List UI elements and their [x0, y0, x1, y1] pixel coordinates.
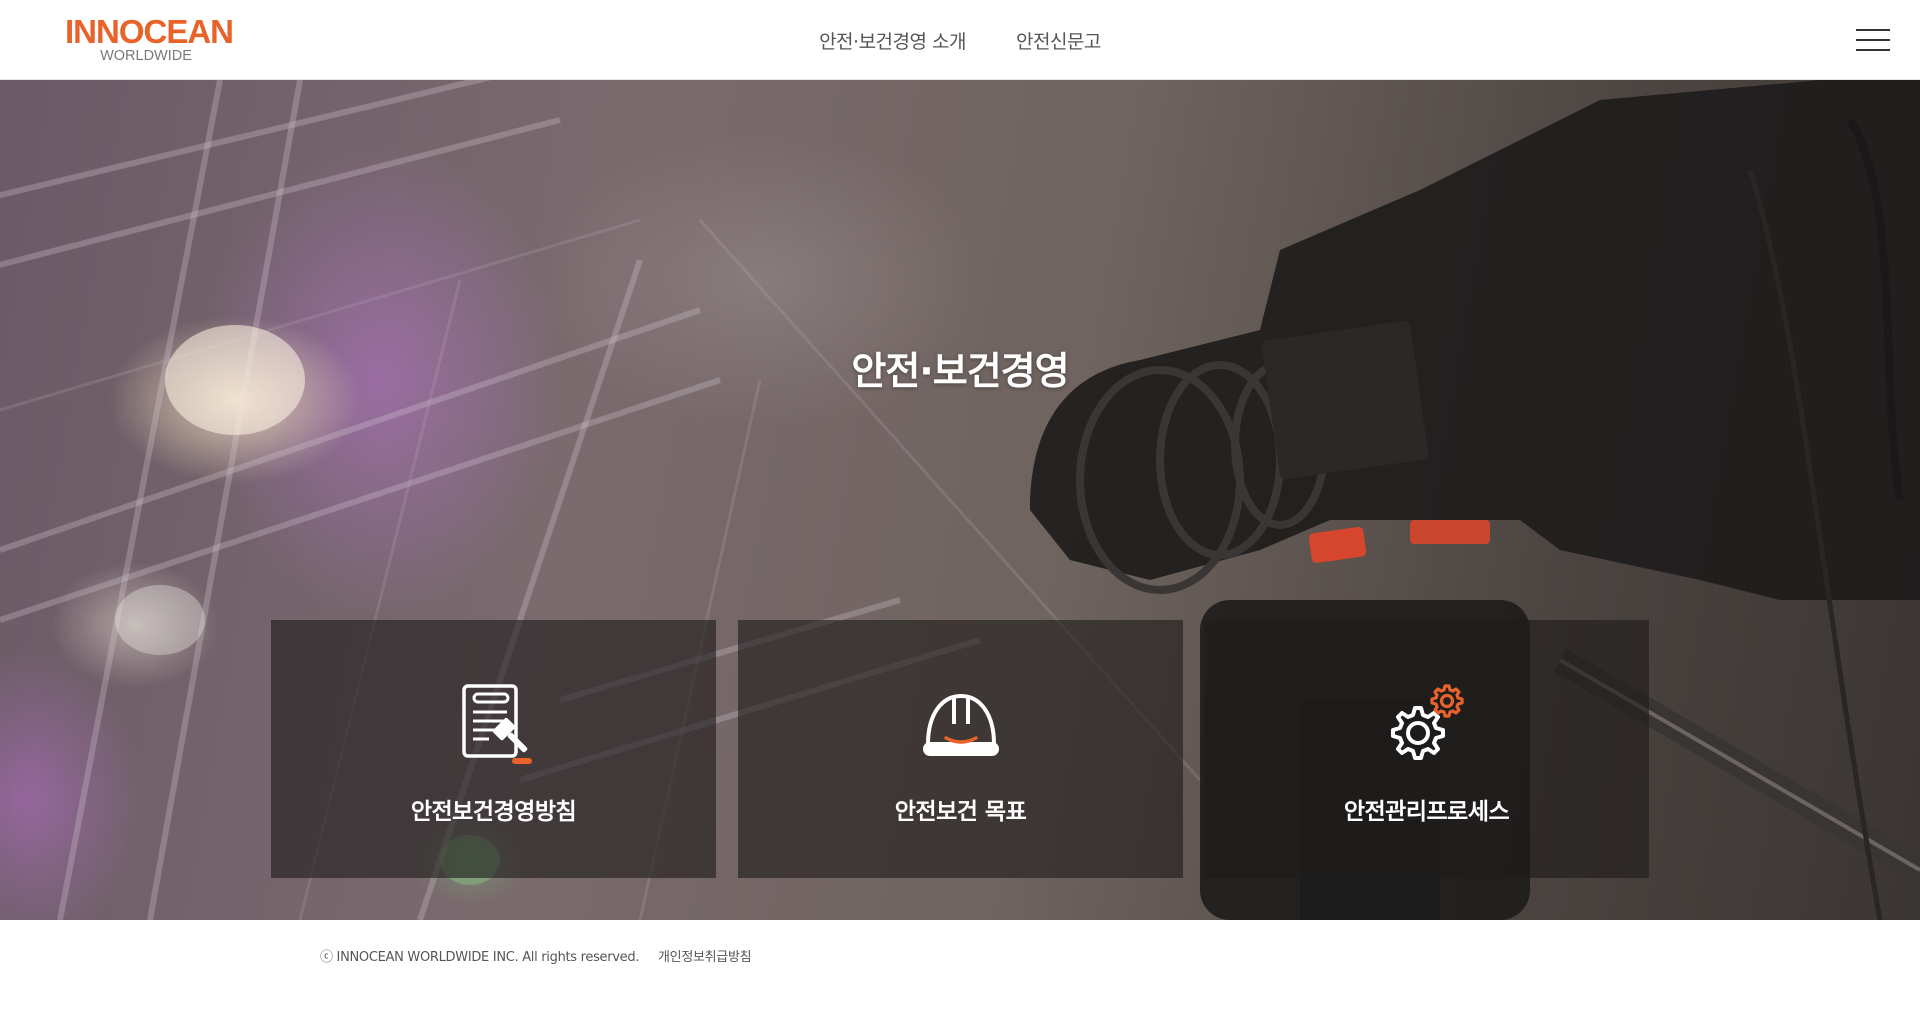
nav-item-safety-report[interactable]: 안전신문고: [1016, 27, 1101, 54]
copyright-text: ⓒ INNOCEAN WORLDWIDE INC. All rights res…: [320, 950, 640, 965]
site-footer: ⓒ INNOCEAN WORLDWIDE INC. All rights res…: [0, 920, 1920, 1032]
site-header: INNOCEAN WORLDWIDE 안전·보건경영 소개 안전신문고: [0, 0, 1920, 80]
card-label: 안전관리프로세스: [1343, 799, 1510, 825]
card-label: 안전보건 목표: [894, 799, 1027, 825]
brand-logo-subtitle: WORLDWIDE: [100, 48, 192, 64]
brand-logo[interactable]: INNOCEAN WORLDWIDE: [64, 15, 234, 65]
main-nav: 안전·보건경영 소개 안전신문고: [0, 0, 1920, 80]
privacy-policy-link[interactable]: 개인정보취급방침: [658, 946, 752, 965]
hamburger-menu-icon[interactable]: [1856, 27, 1890, 53]
hero-section: 안전·보건경영 안전보건경영방침 안전보건 목표 안전관리프로세스: [0, 80, 1920, 920]
gears-icon: [1204, 682, 1649, 768]
nav-item-safety-intro[interactable]: 안전·보건경영 소개: [819, 27, 966, 54]
card-safety-policy[interactable]: 안전보건경영방침: [271, 620, 716, 878]
card-safety-process[interactable]: 안전관리프로세스: [1204, 620, 1649, 878]
card-label: 안전보건경영방침: [410, 799, 577, 825]
hero-title: 안전·보건경영: [851, 349, 1069, 393]
document-gavel-icon: [271, 682, 716, 768]
hard-hat-icon: [738, 682, 1183, 768]
brand-logo-wordmark: INNOCEAN: [64, 13, 234, 50]
card-safety-goals[interactable]: 안전보건 목표: [738, 620, 1183, 878]
